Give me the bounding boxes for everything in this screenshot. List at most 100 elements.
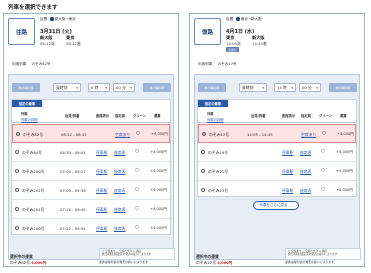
chevron-down-icon: ⌄ [289, 203, 293, 208]
time-cell: 07:00 - 09:27 [60, 169, 86, 174]
stops-link[interactable]: 停車駅 [282, 188, 293, 194]
travel-date: 3月31日 (火) [40, 29, 72, 35]
table-row[interactable]: のぞみ23号 停車駅 座席表 ○ +4,000円 [198, 181, 356, 200]
header-train-detail-link[interactable]: 列車の詳細 [21, 117, 37, 122]
minute-select[interactable]: 00 分 ▾ [113, 83, 135, 92]
segment-row: 区間 東京→新大阪 [226, 17, 262, 22]
next-time-button[interactable]: 後の時間帯 [143, 83, 171, 92]
row-radio[interactable] [15, 188, 19, 192]
time-cell: 14:05 - 14:45 [247, 132, 273, 137]
stops-link[interactable]: 停車駅 [96, 207, 107, 213]
row-radio[interactable] [201, 150, 205, 154]
header-train-detail-link[interactable]: 列車の詳細 [207, 117, 223, 122]
table-row[interactable]: のぞみ17号 14:05 - 14:45 空席あり ○ +4,000円 [198, 124, 356, 143]
train-table: 指定の乗車 列車 列車の詳細 出発/到着 座席表示 指定席 グリーン 運賃 のぞ… [11, 99, 171, 238]
seat-map-link[interactable]: 座席表 [114, 188, 125, 194]
time-cell: 07:27 - 09:54 [60, 226, 86, 231]
seat-map-link[interactable]: 座席表 [114, 169, 125, 175]
time-type-select[interactable]: 発時刻 ▾ [53, 83, 81, 92]
row-radio[interactable] [16, 132, 20, 136]
time-cell: 06:30 - 09:01 [60, 150, 86, 155]
seat-legend: ○ 空席あり △ 空席わずか × 満席 発売時刻は指定席の発売の扱いによります [285, 248, 361, 260]
time-cell: 06:12 - 08:42 [61, 132, 87, 137]
seat-map-link[interactable]: 座席表 [114, 207, 125, 213]
train-name-cell: のぞみ204号 [22, 207, 45, 212]
return-search: 前の時間帯 発時刻 ▾ 14 時 ▾ 00 分 ▾ 後の時間帯 指定の乗車 列車 列車… [194, 74, 361, 260]
prev-time-button[interactable]: 前の時間帯 [12, 83, 40, 92]
return-panel: 復路 区間 東京→新大阪 4月1日 (水) 東京 新大阪 14:05発 14:45… [189, 13, 365, 267]
table-tab[interactable]: 指定の乗車 [12, 100, 42, 107]
table-row[interactable]: のぞみ82号 06:12 - 08:42 空席あり ○ +4,000円 [12, 124, 170, 143]
seat-map-link[interactable]: 空席あり [301, 132, 316, 138]
seat-map-link[interactable]: 座席表 [114, 150, 125, 156]
segment-label: 区間 [226, 17, 234, 21]
fare-cell: +4,000円 [150, 169, 167, 173]
segment-row: 区間 新大阪→東京 [40, 17, 76, 22]
header-dep-arr: 出発/到着 [65, 114, 80, 118]
header-reserved: 指定席 [301, 114, 311, 118]
table-row[interactable]: のぞみ206号 07:27 - 09:54 停車駅 座席表 ○ +4,000円 [12, 219, 170, 238]
hour-select[interactable]: 14 時 ▾ [274, 83, 296, 92]
green-availability: ○ [321, 149, 325, 154]
segment-route: 東京→新大阪 [240, 17, 262, 21]
show-more-button[interactable]: 列車をさらに見る ⌄ [253, 201, 299, 210]
header-train: 列車 [21, 112, 28, 116]
green-availability: ○ [135, 187, 139, 192]
time-toolbar: 前の時間帯 発時刻 ▾ 6 時 ▾ 00 分 ▾ 後の時間帯 [9, 75, 173, 99]
table-row[interactable]: のぞみ19号 停車駅 座席表 ○ +4,000円 [198, 143, 356, 162]
row-radio[interactable] [15, 226, 19, 230]
row-radio[interactable] [201, 188, 205, 192]
header-fare: 運賃 [154, 114, 161, 118]
stops-link[interactable]: 停車駅 [96, 169, 107, 175]
green-availability: ○ [322, 131, 326, 136]
table-row[interactable]: のぞみ84号 06:30 - 09:01 停車駅 座席表 ○ +4,000円 [12, 143, 170, 162]
chevron-down-icon: ▾ [76, 85, 78, 90]
seat-map-link[interactable]: 空席あり [115, 132, 130, 138]
outbound-summary: 往路 区間 新大阪→東京 3月31日 (火) 新大阪 東京 06:12発 08:4… [4, 14, 178, 74]
train-label: 利用列車 [198, 62, 213, 66]
row-radio[interactable] [201, 169, 205, 173]
dep-time: 06:12発 [40, 41, 55, 46]
hour-select[interactable]: 6 時 ▾ [88, 83, 110, 92]
fare-cell: +4,000円 [150, 207, 167, 211]
time-type-select[interactable]: 発時刻 ▾ [239, 83, 267, 92]
table-row[interactable]: のぞみ21号 停車駅 座席表 ○ +4,000円 [198, 162, 356, 181]
stops-link[interactable]: 停車駅 [96, 188, 107, 194]
train-name-cell: のぞみ200号 [22, 169, 45, 174]
green-availability: ○ [135, 206, 139, 211]
outbound-badge: 往路 [8, 18, 35, 45]
next-time-button[interactable]: 後の時間帯 [329, 83, 357, 92]
green-availability: ○ [136, 131, 140, 136]
fare-cell: +4,000円 [150, 150, 167, 154]
minute-select[interactable]: 00 分 ▾ [299, 83, 321, 92]
seat-map-link[interactable]: 座席表 [300, 188, 311, 194]
chevron-down-icon: ▾ [130, 85, 132, 90]
table-row[interactable]: のぞみ202号 07:09 - 09:36 停車駅 座席表 ○ +4,000円 [12, 181, 170, 200]
header-train: 列車 [207, 112, 214, 116]
seat-map-link[interactable]: 座席表 [300, 150, 311, 156]
train-name-cell: のぞみ82号 [23, 132, 44, 137]
row-radio[interactable] [202, 132, 206, 136]
stops-link[interactable]: 停車駅 [282, 150, 293, 156]
fare-note: 運賃は時刻表の発売の扱いによります [99, 260, 149, 264]
table-row[interactable]: のぞみ204号 07:18 - 09:45 停車駅 座席表 ○ +4,000円 [12, 200, 170, 219]
minute-value: 00 分 [302, 84, 312, 90]
table-row[interactable]: のぞみ200号 07:00 - 09:27 停車駅 座席表 ○ +4,000円 [12, 162, 170, 181]
green-availability: ○ [135, 149, 139, 154]
row-radio[interactable] [15, 207, 19, 211]
seat-map-link[interactable]: 座席表 [300, 169, 311, 175]
train-name-cell: のぞみ206号 [22, 226, 45, 231]
row-radio[interactable] [15, 150, 19, 154]
fare-train: のぞみ17号 [196, 260, 217, 265]
time-toolbar: 前の時間帯 発時刻 ▾ 14 時 ▾ 00 分 ▾ 後の時間帯 [195, 75, 359, 99]
prev-time-button[interactable]: 前の時間帯 [198, 83, 226, 92]
stops-link[interactable]: 停車駅 [282, 169, 293, 175]
time-type-value: 発時刻 [242, 84, 254, 90]
row-radio[interactable] [15, 169, 19, 173]
header-green: グリーン [133, 114, 147, 118]
header-seats: 座席表示 [96, 114, 110, 118]
table-tab[interactable]: 指定の乗車 [198, 100, 228, 107]
stops-link[interactable]: 停車駅 [96, 150, 107, 156]
stops-link[interactable]: 停車駅 [96, 226, 107, 232]
seat-map-link[interactable]: 座席表 [114, 226, 125, 232]
